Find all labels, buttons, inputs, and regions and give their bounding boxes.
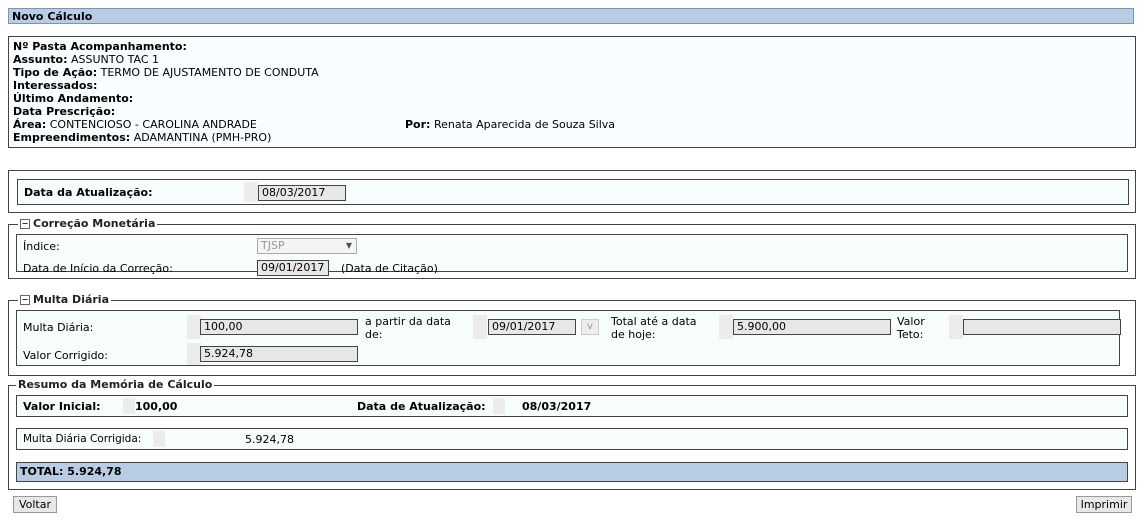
chevron-down-icon: ▼ [345,241,352,250]
collapse-icon[interactable]: − [20,295,30,305]
info-empreendimentos: Empreendimentos: ADAMANTINA (PMH-PRO) [13,131,272,144]
apartir-label: a partir da data de: [365,315,451,341]
multa-legend[interactable]: − Multa Diária [18,294,112,306]
info-interessados: Interessados: [13,79,98,92]
valor-inicial-value: 100,00 [135,400,178,413]
inicio-correcao-input[interactable]: 09/01/2017 [257,260,329,276]
data-atualizacao-value: 08/03/2017 [522,400,592,413]
voltar-button[interactable]: Voltar [13,496,57,513]
collapse-icon[interactable]: − [20,219,30,229]
correcao-panel: Índice: TJSP ▼ Data de Início da Correçã… [16,234,1128,276]
info-data-prescricao: Data Prescrição: [13,105,116,118]
multa-diaria-label: Multa Diária: [23,321,94,334]
data-citacao-note: (Data de Citação) [341,262,438,275]
atualizacao-section: Data da Atualização: 08/03/2017 [8,170,1136,213]
valor-corrigido-input[interactable]: 5.924,78 [200,346,358,362]
total-bar: TOTAL: 5.924,78 [16,462,1128,482]
multa-panel: Multa Diária: 100,00 a partir da data de:… [16,310,1121,366]
atualizacao-row: Data da Atualização: 08/03/2017 [17,179,1129,205]
resumo-multa-row: Multa Diária Corrigida: 5.924,78 [16,428,1128,450]
multa-diaria-input[interactable]: 100,00 [200,319,358,335]
multa-corrigida-label: Multa Diária Corrigida: [23,433,142,445]
info-ultimo-andamento: Último Andamento: [13,92,134,105]
info-tipo: Tipo de Ação: TERMO DE AJUSTAMENTO DE CO… [13,66,319,79]
indice-label: Índice: [23,240,60,253]
valor-teto-input[interactable] [963,319,1121,335]
total-ate-hoje-input[interactable]: 5.900,00 [733,319,891,335]
atualizacao-date-input[interactable]: 08/03/2017 [258,185,346,201]
page-title: Novo Cálculo [8,8,1134,24]
info-assunto: Assunto: ASSUNTO TAC 1 [13,53,160,66]
apartir-date-input[interactable]: 09/01/2017 [488,319,576,335]
resumo-header-row: Valor Inicial: 100,00 Data de Atualizaçã… [16,395,1128,417]
valor-corrigido-label: Valor Corrigido: [23,349,108,362]
multa-corrigida-value: 5.924,78 [245,433,294,446]
process-info-panel: Nº Pasta Acompanhamento: Assunto: ASSUNT… [8,36,1136,148]
total-ate-hoje-label: Total até a data de hoje: [611,315,697,341]
info-area: Área: CONTENCIOSO - CAROLINA ANDRADE Por… [13,118,616,131]
info-por: Por: Renata Aparecida de Souza Silva [405,118,616,131]
valor-teto-label: Valor Teto: [897,315,925,341]
info-pasta: Nº Pasta Acompanhamento: [13,40,187,53]
correcao-legend[interactable]: − Correção Monetária [18,218,158,230]
resumo-legend: Resumo da Memória de Cálculo [16,378,215,391]
indice-select[interactable]: TJSP ▼ [257,238,357,254]
valor-inicial-label: Valor Inicial: [23,400,101,413]
inicio-correcao-label: Data de Início da Correção: [23,262,173,275]
data-atualizacao-label: Data de Atualização: [357,400,486,413]
imprimir-button[interactable]: Imprimir [1076,496,1132,513]
calendar-button[interactable]: v [581,319,599,335]
atualizacao-label: Data da Atualização: [24,186,153,199]
